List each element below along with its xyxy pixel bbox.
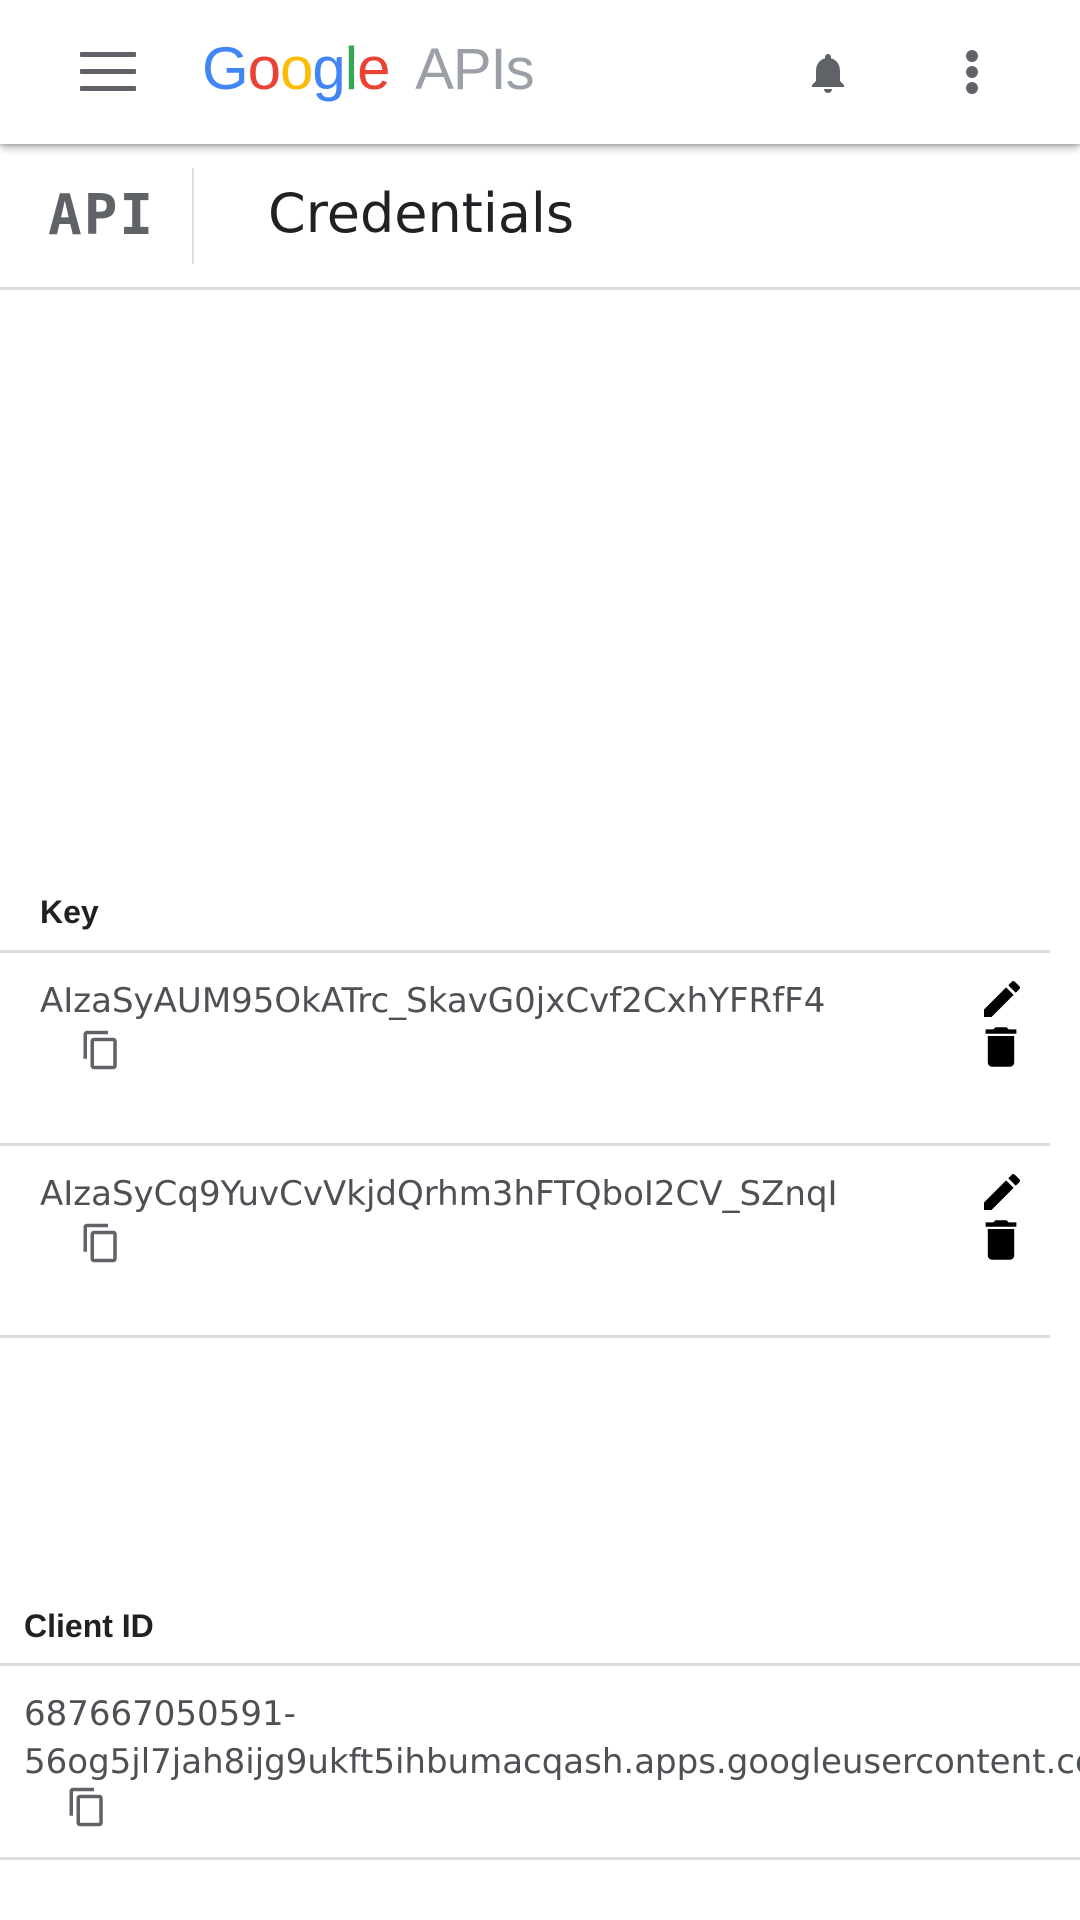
api-badge: API: [48, 183, 156, 248]
copy-icon[interactable]: [80, 1220, 122, 1266]
copy-icon[interactable]: [80, 1027, 122, 1073]
page-title: Credentials: [268, 182, 575, 245]
more-vert-icon[interactable]: [956, 48, 988, 96]
client-id-value: 687667050591- 56og5jl7jah8ijg9ukft5ihbum…: [24, 1694, 1080, 1782]
logo-product-name: APIs: [415, 37, 534, 102]
api-key-value: AIzaSyAUM95OkATrc_SkavG0jxCvf2CxhYFRfF4: [40, 981, 826, 1021]
google-logo-text: Google: [202, 35, 391, 102]
delete-icon[interactable]: [982, 1218, 1020, 1262]
page-header: API Credentials: [0, 144, 1080, 290]
client-id-column-header: Client ID: [24, 1608, 154, 1644]
app-bar: Google APIs: [0, 0, 1080, 144]
table-divider: [0, 1335, 1050, 1338]
key-column-header: Key: [40, 894, 99, 930]
key-row: AIzaSyAUM95OkATrc_SkavG0jxCvf2CxhYFRfF4: [0, 953, 1050, 1143]
google-apis-logo[interactable]: Google APIs: [202, 34, 535, 104]
client-id-row: 687667050591- 56og5jl7jah8ijg9ukft5ihbum…: [0, 1666, 1080, 1858]
edit-icon[interactable]: [978, 1168, 1026, 1216]
table-divider: [0, 1857, 1080, 1860]
delete-icon[interactable]: [982, 1025, 1020, 1069]
bell-icon[interactable]: [804, 48, 852, 98]
api-key-value: AIzaSyCq9YuvCvVkjdQrhm3hFTQboI2CV_SZnqI: [40, 1174, 838, 1214]
header-divider: [192, 168, 194, 264]
copy-icon[interactable]: [66, 1784, 108, 1830]
menu-icon[interactable]: [80, 52, 136, 92]
key-row: AIzaSyCq9YuvCvVkjdQrhm3hFTQboI2CV_SZnqI: [0, 1146, 1050, 1336]
edit-icon[interactable]: [978, 975, 1026, 1023]
